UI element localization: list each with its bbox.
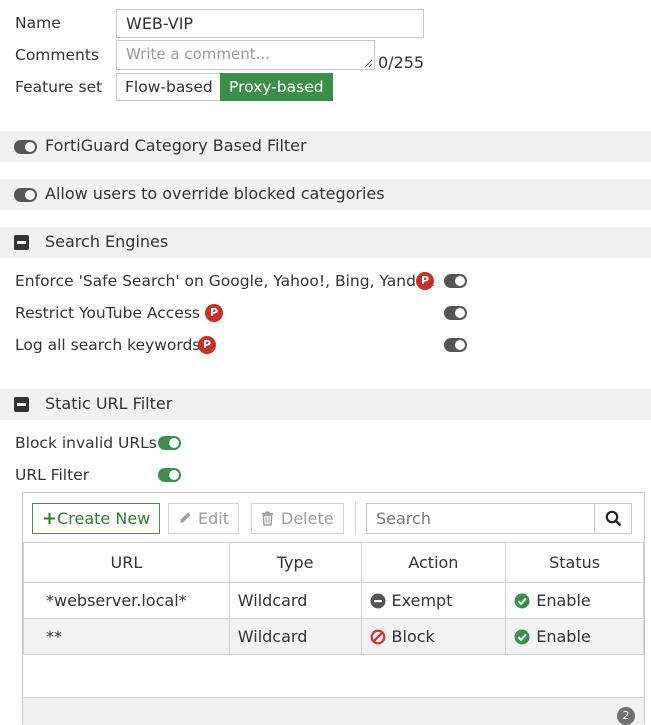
pencil-icon bbox=[180, 512, 191, 523]
static-url-title: Static URL Filter bbox=[45, 394, 173, 413]
feature-set-flow-button[interactable]: Flow-based bbox=[116, 73, 222, 101]
comments-label: Comments bbox=[15, 46, 100, 64]
proxy-badge-icon: P bbox=[416, 272, 434, 290]
name-label: Name bbox=[15, 14, 61, 32]
comments-textarea[interactable] bbox=[116, 40, 375, 70]
status-cell: Enable bbox=[505, 618, 644, 655]
search-input[interactable] bbox=[366, 503, 595, 534]
collapse-icon[interactable] bbox=[14, 397, 29, 412]
url-filter-toggle[interactable] bbox=[158, 468, 181, 482]
status-cell: Enable bbox=[505, 582, 644, 619]
column-header-url[interactable]: URL bbox=[23, 542, 230, 583]
log-keywords-label: Log all search keywords bbox=[15, 336, 201, 354]
delete-button[interactable]: Delete bbox=[251, 503, 344, 534]
check-circle-icon bbox=[514, 593, 530, 609]
proxy-badge-icon: P bbox=[205, 304, 223, 322]
override-section-header: Allow users to override blocked categori… bbox=[0, 179, 651, 210]
table-header-row: URL Type Action Status bbox=[23, 542, 644, 583]
block-invalid-label: Block invalid URLs bbox=[15, 434, 157, 452]
collapse-icon[interactable] bbox=[14, 235, 29, 250]
table-footer: 2 bbox=[23, 697, 644, 725]
table-row[interactable]: ** Wildcard Block Enable bbox=[23, 618, 644, 655]
block-icon bbox=[370, 629, 385, 645]
column-header-action[interactable]: Action bbox=[360, 542, 507, 583]
proxy-badge-icon: P bbox=[198, 336, 216, 354]
static-url-section-header: Static URL Filter bbox=[0, 389, 651, 420]
url-filter-panel: +Create New Edit Delete URL Type bbox=[22, 492, 645, 725]
type-cell: Wildcard bbox=[228, 582, 362, 619]
trash-icon bbox=[262, 511, 273, 526]
feature-set-label: Feature set bbox=[15, 78, 103, 96]
search-engines-section-header: Search Engines bbox=[0, 227, 651, 258]
youtube-access-toggle[interactable] bbox=[444, 306, 467, 320]
exempt-icon bbox=[370, 593, 386, 609]
fortiguard-title: FortiGuard Category Based Filter bbox=[45, 136, 307, 155]
url-filter-table: URL Type Action Status *webserver.local*… bbox=[23, 542, 644, 655]
url-cell: *webserver.local* bbox=[23, 582, 230, 619]
safe-search-toggle[interactable] bbox=[444, 274, 467, 288]
row-count-badge: 2 bbox=[617, 707, 635, 725]
block-invalid-toggle[interactable] bbox=[158, 436, 181, 450]
search-button[interactable] bbox=[594, 503, 632, 534]
override-toggle[interactable] bbox=[14, 188, 37, 202]
action-cell: Exempt bbox=[360, 582, 507, 619]
type-cell: Wildcard bbox=[228, 618, 362, 655]
url-cell: ** bbox=[23, 618, 230, 655]
override-title: Allow users to override blocked categori… bbox=[45, 184, 385, 203]
search-engines-title: Search Engines bbox=[45, 232, 169, 251]
plus-icon: + bbox=[42, 508, 58, 529]
toolbar-divider bbox=[355, 502, 356, 535]
url-filter-label: URL Filter bbox=[15, 466, 90, 484]
edit-button[interactable]: Edit bbox=[168, 503, 239, 534]
check-circle-icon bbox=[514, 629, 530, 645]
youtube-access-label: Restrict YouTube Access bbox=[15, 304, 200, 322]
safe-search-label: Enforce 'Safe Search' on Google, Yahoo!,… bbox=[15, 272, 435, 290]
action-cell: Block bbox=[360, 618, 507, 655]
comments-counter: 0/255 bbox=[378, 53, 425, 72]
column-header-type[interactable]: Type bbox=[228, 542, 362, 583]
column-header-status[interactable]: Status bbox=[505, 542, 644, 583]
feature-set-proxy-button[interactable]: Proxy-based bbox=[220, 73, 333, 101]
resize-grip-icon[interactable] bbox=[364, 59, 373, 68]
create-new-button[interactable]: +Create New bbox=[32, 503, 161, 534]
table-row[interactable]: *webserver.local* Wildcard Exempt Enable bbox=[23, 582, 644, 619]
search-icon bbox=[605, 510, 622, 527]
log-keywords-toggle[interactable] bbox=[444, 338, 467, 352]
fortiguard-toggle[interactable] bbox=[14, 140, 37, 154]
fortiguard-section-header: FortiGuard Category Based Filter bbox=[0, 131, 651, 162]
name-input[interactable] bbox=[116, 9, 424, 38]
